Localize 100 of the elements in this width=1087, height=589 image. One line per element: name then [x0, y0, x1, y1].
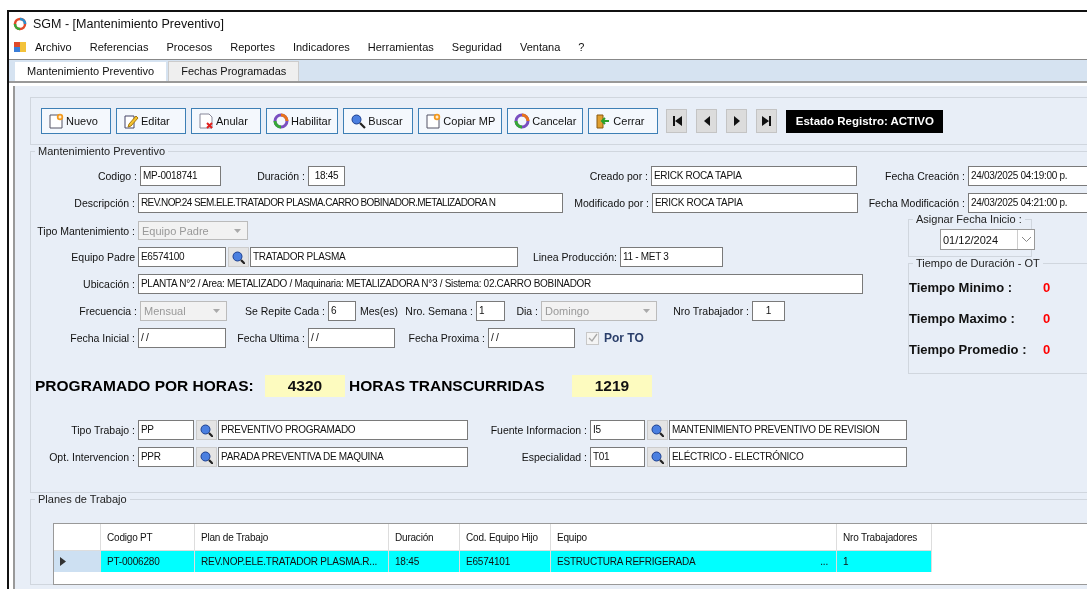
input-field[interactable]: / /: [308, 328, 395, 348]
stat-value: 0: [1043, 341, 1051, 357]
date-picker[interactable]: 01/12/2024: [940, 229, 1035, 250]
input-field[interactable]: 6: [328, 301, 356, 321]
navigation-button[interactable]: [696, 109, 718, 133]
search-icon: [650, 423, 664, 437]
toolbar-button[interactable]: Nuevo: [41, 108, 111, 134]
navigation-button[interactable]: [666, 109, 688, 133]
app-logo-icon: [13, 16, 27, 31]
search-button[interactable]: [646, 420, 668, 440]
menu-item[interactable]: Archivo: [35, 41, 72, 53]
document-icon: [48, 113, 64, 129]
check-icon: [587, 333, 598, 343]
field-label: Creado por :: [589, 170, 648, 182]
input-field[interactable]: I5: [590, 420, 645, 440]
menu-item[interactable]: Reportes: [230, 41, 275, 53]
toolbar-button[interactable]: Habilitar: [266, 108, 339, 134]
menu-item[interactable]: Indicadores: [292, 41, 350, 53]
input-field[interactable]: MP-0018741: [140, 166, 221, 186]
input-field[interactable]: ERICK ROCA TAPIA: [651, 166, 857, 186]
search-icon: [231, 250, 245, 264]
search-icon: [350, 113, 367, 129]
field-label: Fecha Inicial :: [70, 332, 135, 344]
stat-label: Tiempo Maximo :: [909, 310, 1016, 326]
field-label: Fecha Modificación :: [868, 197, 965, 209]
row-pointer-icon: [60, 557, 66, 566]
table-cell: PT-0006280: [107, 556, 160, 567]
counter-value: 1219: [572, 375, 652, 397]
group-title: Mantenimiento Preventivo: [37, 145, 167, 157]
menu-item[interactable]: Seguridad: [451, 41, 502, 53]
tab[interactable]: Fechas Programadas: [168, 61, 300, 81]
field-label: Descripción :: [74, 197, 135, 209]
menu-item[interactable]: ?: [578, 41, 585, 53]
input-field[interactable]: PPR: [138, 447, 194, 467]
toolbar-button[interactable]: Cerrar: [588, 108, 659, 134]
navigation-button[interactable]: [756, 109, 778, 133]
field-label: Equipo Padre: [71, 251, 135, 263]
group-title: Planes de Trabajo: [37, 493, 128, 505]
input-field[interactable]: 11 - MET 3: [620, 247, 723, 267]
input-field[interactable]: 1: [752, 301, 785, 321]
ring-icon: [514, 113, 531, 129]
pencil-icon: [123, 113, 139, 129]
table-cell: 18:45: [395, 556, 420, 567]
stat-value: 0: [1043, 279, 1051, 295]
toolbar-button[interactable]: Copiar MP: [418, 108, 503, 134]
input-field[interactable]: / /: [138, 328, 226, 348]
input-field[interactable]: TRATADOR PLASMA: [250, 247, 518, 267]
input-field[interactable]: ERICK ROCA TAPIA: [652, 193, 858, 213]
field-label: Tipo Mantenimiento :: [37, 224, 135, 237]
input-field[interactable]: 24/03/2025 04:19:00 p.: [968, 166, 1087, 186]
field-label: Fecha Proxima :: [408, 332, 485, 344]
toolbar-button[interactable]: Editar: [116, 108, 186, 134]
search-button[interactable]: [646, 447, 668, 467]
field-label: Opt. Intervencion :: [49, 451, 135, 463]
input-field[interactable]: MANTENIMIENTO PREVENTIVO DE REVISION: [669, 420, 907, 440]
search-button[interactable]: [195, 447, 217, 467]
tab[interactable]: Mantenimiento Preventivo: [15, 62, 167, 81]
input-field[interactable]: 24/03/2025 04:21:00 p.: [968, 193, 1087, 213]
toolbar-button[interactable]: Buscar: [343, 108, 414, 134]
table-row[interactable]: PT-0006280 REV.NOP.ELE.TRATADOR PLASMA.R... 18:45 E6574101 ESTRUCTURA REFRIGERADA ... 1: [54, 551, 1087, 572]
input-field[interactable]: 1: [476, 301, 505, 321]
field-label: Tipo Trabajo :: [71, 424, 135, 436]
field-label: Codigo :: [97, 170, 137, 182]
toolbar-button[interactable]: Cancelar: [507, 108, 584, 134]
field-label: Ubicación :: [83, 278, 135, 290]
menu-item[interactable]: Referencias: [89, 41, 149, 53]
field-label: Fecha Ultima :: [237, 332, 305, 344]
search-button[interactable]: [227, 247, 249, 267]
window-menu-icon: [13, 40, 27, 54]
record-status: Estado Registro: ACTIVO: [786, 109, 944, 133]
navigation-button[interactable]: [726, 109, 748, 133]
table-cell: E6574101: [466, 556, 510, 567]
input-field[interactable]: ELÉCTRICO - ELECTRÓNICO: [669, 447, 907, 467]
input-field[interactable]: PARADA PREVENTIVA DE MAQUINA: [218, 447, 468, 467]
menu-item[interactable]: Ventana: [519, 41, 561, 53]
input-field[interactable]: / /: [488, 328, 575, 348]
dropdown-arrow-icon: [643, 309, 650, 313]
input-field[interactable]: 18:45: [308, 166, 345, 186]
input-field[interactable]: T01: [590, 447, 645, 467]
field-label: Se Repite Cada :: [245, 305, 325, 317]
stat-label: Tiempo Promedio :: [909, 341, 1028, 357]
search-icon: [650, 450, 664, 464]
last-record-icon: [760, 115, 773, 127]
search-button[interactable]: [195, 420, 217, 440]
search-icon: [199, 423, 213, 437]
document-x-icon: [198, 113, 214, 129]
input-field[interactable]: PP: [138, 420, 194, 440]
field-label: Nro Trabajador :: [673, 305, 749, 317]
document-icon: [425, 113, 442, 129]
input-field[interactable]: E6574100: [138, 247, 226, 267]
toolbar-button[interactable]: Anular: [191, 108, 261, 134]
window-title: SGM - [Mantenimiento Preventivo]: [33, 16, 225, 31]
menu-item[interactable]: Herramientas: [367, 41, 434, 53]
input-field[interactable]: REV.NOP.24 SEM.ELE.TRATADOR PLASMA.CARRO BOBINADOR.METALIZADORA N: [138, 193, 563, 213]
menu-item[interactable]: Procesos: [166, 41, 213, 53]
field-label: Dia :: [516, 305, 538, 317]
stat-value: 0: [1043, 310, 1051, 326]
input-field[interactable]: PREVENTIVO PROGRAMADO: [218, 420, 468, 440]
input-field[interactable]: PLANTA N°2 / Area: METALIZADO / Maquinaria: METALIZADORA N°3 / Sistema: 02.CARRO BOBINADOR: [138, 274, 863, 294]
ellipsis-button[interactable]: ...: [820, 556, 828, 567]
